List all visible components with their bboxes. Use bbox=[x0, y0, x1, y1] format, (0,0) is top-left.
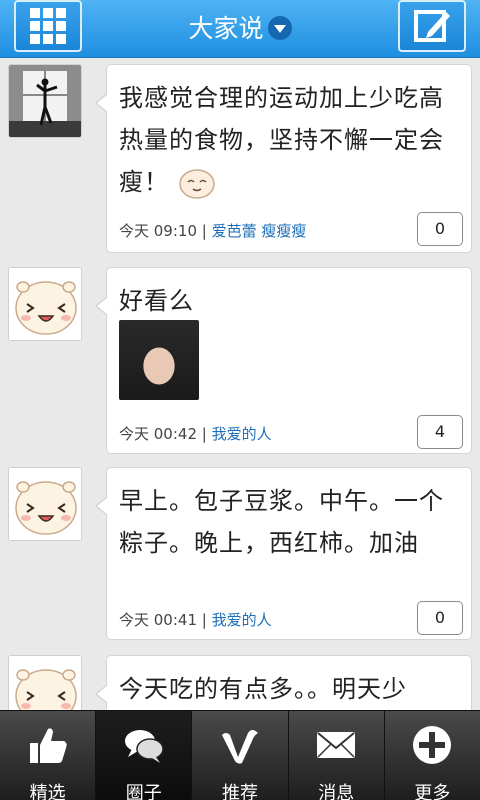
comment-count-button[interactable]: 0 bbox=[417, 212, 463, 246]
cartoon-face-icon bbox=[9, 268, 81, 340]
tab-label: 圈子 bbox=[125, 783, 162, 800]
page-title-text: 大家说 bbox=[188, 14, 264, 43]
post-meta: 今天 00:41 | 我爱的人 bbox=[119, 611, 272, 629]
tab-label: 消息 bbox=[318, 783, 355, 800]
user-avatar[interactable] bbox=[8, 267, 82, 341]
post-photo[interactable] bbox=[119, 320, 199, 400]
cartoon-face-icon bbox=[9, 468, 81, 540]
post-time: 今天 00:41 bbox=[119, 611, 197, 629]
post-card[interactable]: 我感觉合理的运动加上少吃高热量的食物，坚持不懈一定会瘦！ 今天 09:10 | … bbox=[95, 64, 472, 253]
ballet-avatar-image bbox=[9, 65, 81, 137]
post-text: 我感觉合理的运动加上少吃高热量的食物，坚持不懈一定会瘦！ bbox=[119, 77, 459, 203]
thumbs-up-icon bbox=[29, 728, 67, 763]
bottom-tab-bar: 精选 圈子 推荐 消息 更多 bbox=[0, 710, 480, 800]
tab-more[interactable]: 更多 bbox=[385, 711, 480, 800]
edit-icon bbox=[414, 10, 450, 42]
post-time: 今天 00:42 bbox=[119, 425, 197, 443]
post-author[interactable]: 我爱的人 bbox=[212, 611, 272, 629]
tab-messages[interactable]: 消息 bbox=[289, 711, 385, 800]
user-avatar[interactable] bbox=[8, 655, 82, 710]
post-text-content: 我感觉合理的运动加上少吃高热量的食物，坚持不懈一定会瘦！ bbox=[119, 84, 444, 196]
comment-count-button[interactable]: 0 bbox=[417, 601, 463, 635]
post-text: 今天吃的有点多。。明天少 bbox=[119, 675, 407, 703]
post-meta: 今天 00:42 | 我爱的人 bbox=[119, 425, 272, 443]
compose-button[interactable] bbox=[398, 0, 466, 52]
post-meta: 今天 09:10 | 爱芭蕾 瘦瘦瘦 bbox=[119, 222, 307, 240]
post-time: 今天 09:10 bbox=[119, 222, 197, 240]
chat-bubbles-icon bbox=[124, 730, 164, 763]
tab-recommend[interactable]: 推荐 bbox=[192, 711, 289, 800]
post-text: 早上。包子豆浆。中午。一个粽子。晚上，西红柿。加油 bbox=[119, 487, 444, 557]
top-bar: 大家说 bbox=[0, 0, 480, 58]
dropdown-arrow-icon bbox=[267, 16, 292, 40]
smile-emoji-icon bbox=[178, 169, 215, 199]
tab-featured[interactable]: 精选 bbox=[0, 711, 97, 800]
user-avatar[interactable] bbox=[8, 64, 82, 138]
user-avatar[interactable] bbox=[8, 467, 82, 541]
tab-label: 推荐 bbox=[222, 783, 258, 800]
v-icon bbox=[222, 730, 258, 764]
post-card[interactable]: 今天吃的有点多。。明天少 bbox=[95, 655, 472, 710]
plus-icon bbox=[413, 726, 452, 764]
post-card[interactable]: 早上。包子豆浆。中午。一个粽子。晚上，西红柿。加油 今天 00:41 | 我爱的… bbox=[95, 467, 472, 640]
envelope-icon bbox=[317, 732, 356, 758]
post-feed[interactable]: 我感觉合理的运动加上少吃高热量的食物，坚持不懈一定会瘦！ 今天 09:10 | … bbox=[0, 59, 480, 710]
post-card[interactable]: 好看么 今天 00:42 | 我爱的人 4 bbox=[95, 267, 472, 454]
post-author[interactable]: 我爱的人 bbox=[212, 425, 272, 443]
comment-count-button[interactable]: 4 bbox=[417, 415, 463, 449]
post-text: 好看么 bbox=[119, 287, 194, 315]
tab-label: 精选 bbox=[29, 783, 66, 800]
tab-label: 更多 bbox=[414, 783, 451, 800]
post-author[interactable]: 爱芭蕾 瘦瘦瘦 bbox=[212, 222, 307, 240]
cartoon-face-icon bbox=[9, 656, 81, 710]
tab-circle[interactable]: 圈子 bbox=[96, 711, 193, 800]
